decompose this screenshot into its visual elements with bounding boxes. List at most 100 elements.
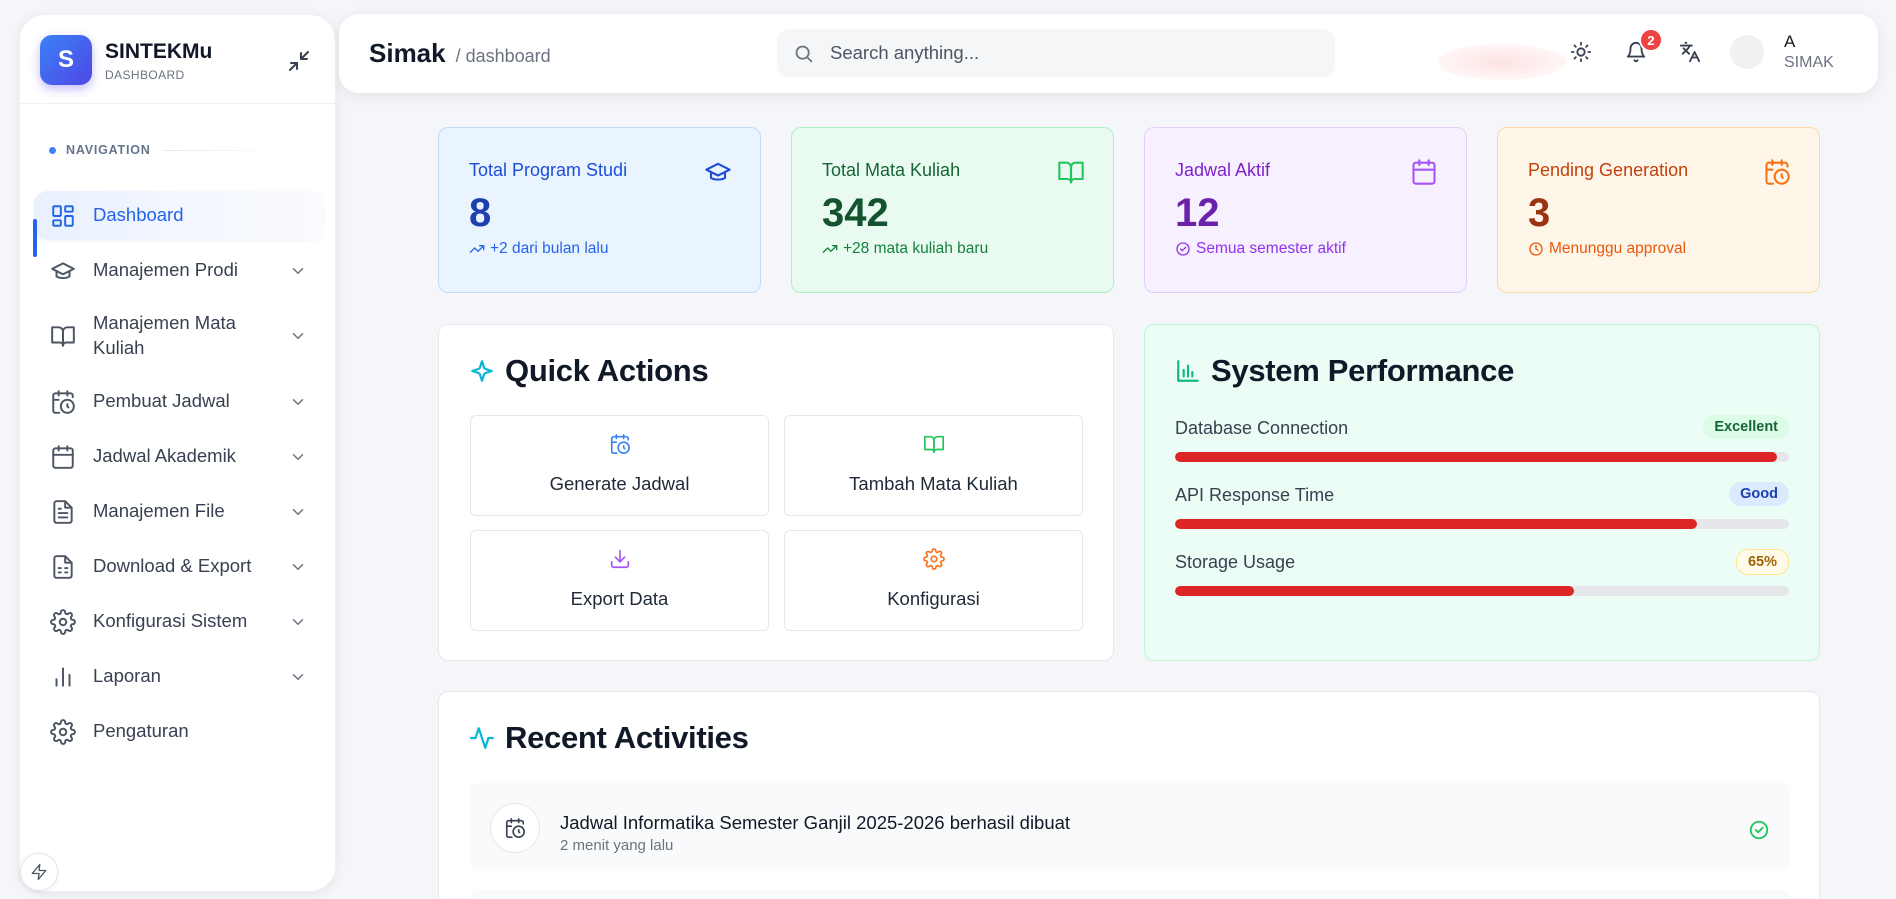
stat-note: Menunggu approval — [1528, 240, 1789, 258]
brand-logo[interactable]: S — [40, 35, 92, 85]
sidebar-divider — [20, 103, 335, 104]
search-input[interactable] — [830, 42, 1290, 64]
gear-icon — [922, 548, 945, 570]
stat-label: Jadwal Aktif — [1175, 160, 1271, 180]
calendar-clock-icon — [1763, 158, 1791, 186]
clock-icon — [1529, 242, 1543, 256]
status-badge: Excellent — [1703, 415, 1789, 439]
nav-heading-label: NAVIGATION — [66, 143, 151, 157]
sidebar-nav: Dashboard Manajemen Prodi Manajemen Mata… — [33, 191, 323, 762]
graduation-cap-icon — [50, 258, 76, 284]
system-performance-panel: System Performance Database Connection E… — [1144, 324, 1820, 661]
brand: S SINTEKMu DASHBOARD — [40, 35, 317, 87]
generate-jadwal-button[interactable]: Generate Jadwal — [470, 415, 769, 516]
quick-actions-panel: Quick Actions Generate Jadwal Tambah Mat… — [438, 324, 1114, 661]
language-button[interactable] — [1679, 41, 1703, 65]
search-bar[interactable] — [777, 29, 1335, 77]
book-open-icon — [50, 323, 76, 349]
book-open-icon — [923, 435, 944, 454]
sidebar-item-jadwal-akademik[interactable]: Jadwal Akademik — [34, 432, 323, 481]
header-glow — [1437, 44, 1567, 80]
notification-badge: 2 — [1639, 28, 1663, 52]
sidebar: S SINTEKMu DASHBOARD NAVIGATION Dashboar… — [19, 14, 336, 892]
activity-time: 2 menit yang lalu — [560, 837, 674, 854]
progress-track — [1175, 452, 1789, 462]
breadcrumb-path[interactable]: / dashboard — [456, 46, 551, 67]
stat-note: +28 mata kuliah baru — [822, 240, 1083, 258]
stat-label: Total Program Studi — [469, 160, 628, 180]
sidebar-item-label: Manajemen File — [93, 500, 225, 522]
sparkles-icon — [471, 360, 493, 382]
stat-note-text: Menunggu approval — [1549, 240, 1687, 257]
nav-heading-line — [162, 149, 283, 151]
user-role: SIMAK — [1784, 54, 1834, 71]
nav-heading: NAVIGATION — [49, 143, 283, 157]
brand-subtitle: DASHBOARD — [105, 68, 185, 82]
qa-label: Tambah Mata Kuliah — [849, 473, 1018, 494]
activity-title: Jadwal Informatika Semester Ganjil 2025-… — [560, 812, 1071, 833]
quick-actions-title: Quick Actions — [505, 353, 709, 388]
sidebar-item-label: Dashboard — [93, 204, 184, 226]
gear-icon — [50, 608, 76, 635]
stat-card-jadwal-aktif: Jadwal Aktif 12 Semua semester aktif — [1144, 127, 1467, 293]
sidebar-item-label: Laporan — [93, 665, 161, 687]
gear-icon — [50, 718, 76, 745]
activity-item-partial — [470, 890, 1790, 899]
activity-item[interactable]: Jadwal Informatika Semester Ganjil 2025-… — [470, 783, 1790, 871]
sidebar-item-manajemen-file[interactable]: Manajemen File — [34, 487, 323, 536]
stat-note-text: Semua semester aktif — [1196, 240, 1346, 257]
stat-note: Semua semester aktif — [1175, 240, 1436, 258]
konfigurasi-button[interactable]: Konfigurasi — [784, 530, 1083, 631]
sidebar-item-pembuat-jadwal[interactable]: Pembuat Jadwal — [34, 377, 323, 426]
sidebar-item-pengaturan[interactable]: Pengaturan — [34, 707, 323, 756]
sidebar-item-label: Pengaturan — [93, 720, 189, 742]
sidebar-item-konfigurasi-sistem[interactable]: Konfigurasi Sistem — [34, 597, 323, 646]
theme-toggle-button[interactable] — [1570, 41, 1594, 65]
activity-icon-wrap — [490, 803, 540, 853]
file-text-icon — [50, 499, 76, 525]
file-spreadsheet-icon — [50, 554, 76, 580]
status-badge: Good — [1729, 482, 1789, 506]
calendar-clock-icon — [50, 389, 76, 415]
dashboard-icon — [50, 203, 76, 229]
sidebar-item-manajemen-mata-kuliah[interactable]: Manajemen Mata Kuliah — [34, 301, 323, 371]
stat-label: Total Mata Kuliah — [822, 160, 961, 180]
sidebar-item-label: Download & Export — [93, 555, 252, 577]
stat-value: 12 — [1175, 191, 1220, 235]
stat-value: 3 — [1528, 191, 1551, 235]
stat-note: +2 dari bulan lalu — [469, 240, 730, 258]
export-data-button[interactable]: Export Data — [470, 530, 769, 631]
tambah-mata-kuliah-button[interactable]: Tambah Mata Kuliah — [784, 415, 1083, 516]
search-icon — [793, 43, 814, 64]
sidebar-item-dashboard[interactable]: Dashboard — [33, 191, 323, 257]
check-circle-icon — [1176, 242, 1190, 256]
quick-bolt-button[interactable] — [20, 853, 58, 891]
sidebar-item-laporan[interactable]: Laporan — [34, 652, 323, 701]
system-performance-heading: System Performance — [1175, 353, 1514, 389]
collapse-sidebar-icon[interactable] — [287, 49, 311, 73]
user-name[interactable]: A — [1784, 32, 1795, 52]
stat-card-pending-generation: Pending Generation 3 Menunggu approval — [1497, 127, 1820, 293]
metric-storage-usage: Storage Usage 65% — [1175, 549, 1789, 596]
sun-icon — [1570, 41, 1594, 63]
sidebar-item-label: Konfigurasi Sistem — [93, 610, 248, 632]
sidebar-item-manajemen-prodi[interactable]: Manajemen Prodi — [34, 246, 323, 295]
breadcrumb: Simak / dashboard — [369, 38, 551, 69]
progress-fill — [1175, 519, 1697, 529]
qa-label: Export Data — [570, 588, 669, 609]
chevron-down-icon — [289, 393, 307, 411]
qa-label: Generate Jadwal — [549, 473, 690, 494]
metric-label: Database Connection — [1175, 418, 1349, 438]
avatar[interactable] — [1730, 35, 1764, 69]
calendar-icon — [50, 444, 76, 470]
bar-chart-icon — [1177, 360, 1199, 382]
stat-value: 8 — [469, 191, 492, 235]
progress-fill — [1175, 452, 1777, 462]
page-title: Simak — [369, 38, 446, 68]
recent-activities-heading: Recent Activities — [469, 720, 749, 756]
qa-label: Konfigurasi — [887, 588, 980, 609]
bar-chart-icon — [50, 664, 76, 690]
sidebar-item-download-export[interactable]: Download & Export — [34, 542, 323, 591]
chevron-down-icon — [289, 503, 307, 521]
sidebar-item-label: Manajemen Prodi — [93, 259, 238, 281]
